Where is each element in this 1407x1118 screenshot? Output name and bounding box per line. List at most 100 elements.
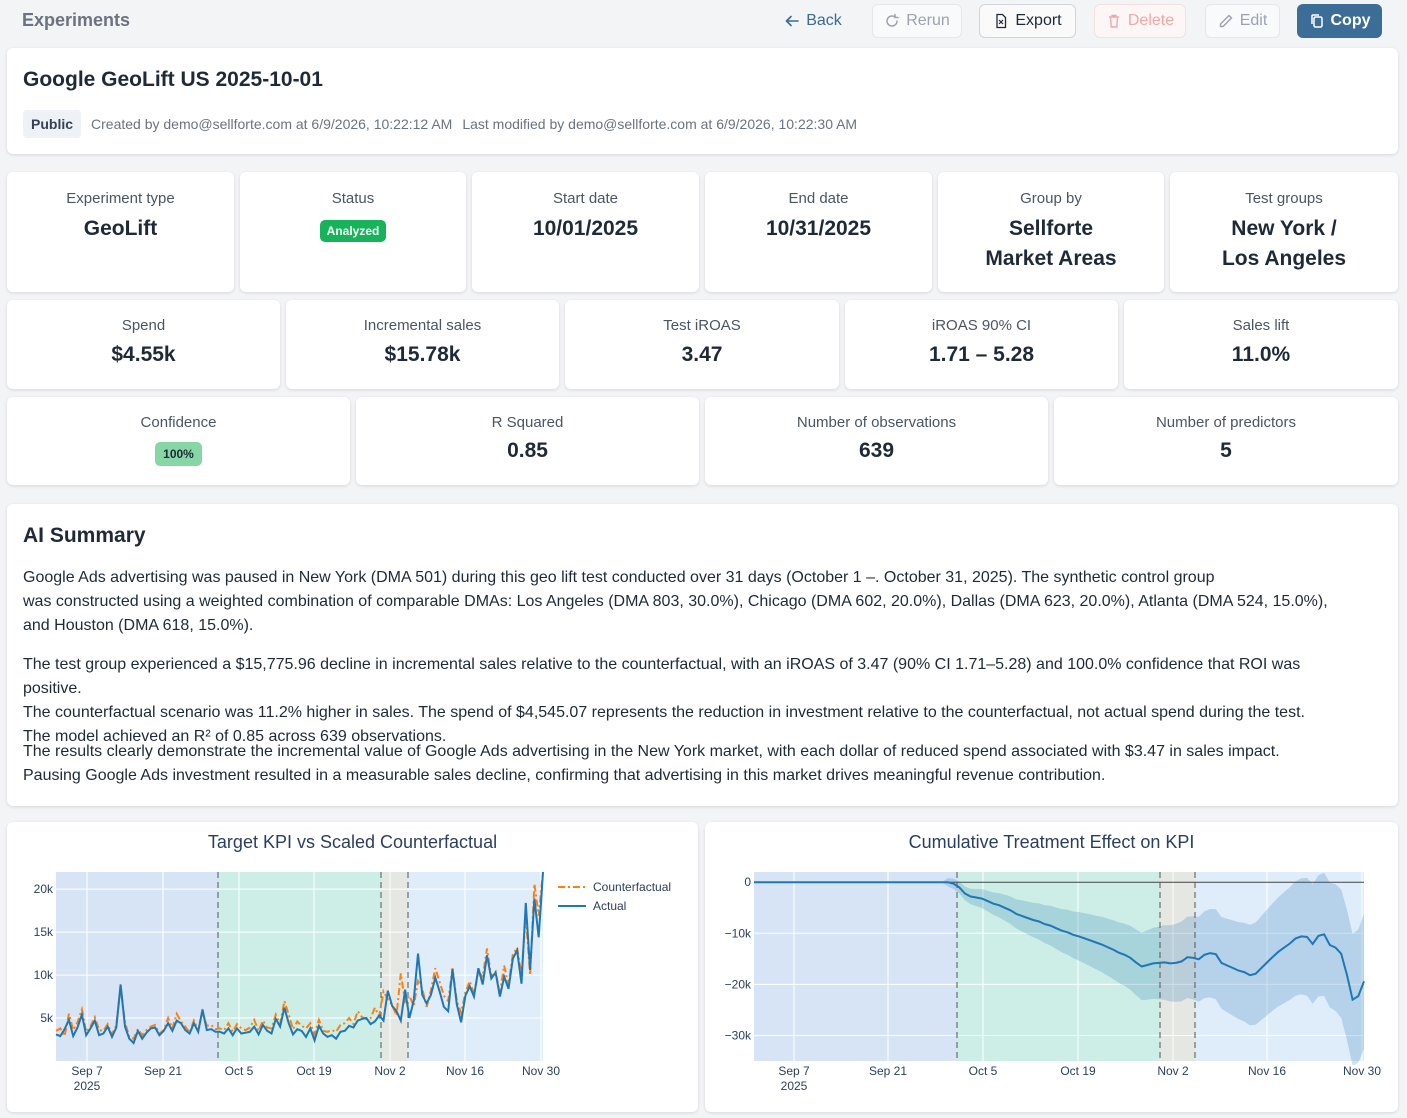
stat-status: Status Analyzed xyxy=(240,172,466,292)
x-tick-label: Nov 2 xyxy=(374,1064,406,1078)
stat-value: 10/31/2025 xyxy=(765,217,872,240)
edit-label: Edit xyxy=(1239,12,1268,29)
confidence-badge: 100% xyxy=(155,442,202,466)
summary-paragraph-3: The results clearly demonstrate the incr… xyxy=(23,740,1363,788)
breadcrumb-experiments[interactable]: Experiments xyxy=(22,10,130,31)
x-tick-label: 2025 xyxy=(74,1079,101,1093)
ai-summary-title: AI Summary xyxy=(23,524,146,547)
x-tick-label: Sep 7 xyxy=(778,1064,810,1078)
delete-label: Delete xyxy=(1127,12,1175,29)
stat-label: Group by xyxy=(1020,190,1082,207)
confidence-pill-wrap: 100% xyxy=(7,442,350,466)
stat-value: $4.55k xyxy=(111,343,176,366)
rerun-label: Rerun xyxy=(906,12,950,29)
kpi-chart[interactable]: 5k 10k 15k 20k Sep 72025 Sep 21 Oct 5 Oct 19 Nov… xyxy=(7,822,698,1112)
summary-line: was constructed using a weighted combina… xyxy=(23,593,1328,610)
y-tick-label: 0 xyxy=(744,875,751,889)
y-tick-label: 10k xyxy=(34,968,54,982)
status-pill-wrap: Analyzed xyxy=(240,220,466,242)
stat-value-line1: New York / xyxy=(1231,217,1337,240)
rerun-button[interactable]: Rerun xyxy=(872,4,962,38)
pre-period-shade xyxy=(754,872,957,1061)
stat-value-line2: Market Areas xyxy=(985,247,1117,270)
back-label: Back xyxy=(806,12,842,29)
ai-summary-card: AI Summary Google Ads advertising was pa… xyxy=(7,504,1398,806)
stat-observations: Number of observations 639 xyxy=(705,397,1048,485)
file-export-icon xyxy=(996,13,1007,29)
summary-line: Google Ads advertising was paused in New… xyxy=(23,569,1215,586)
y-tick-label: 15k xyxy=(34,925,54,939)
cumulative-effect-chart[interactable]: 0 −10k −20k −30k Sep 72025 Sep 21 Oct 5 Oct 19 N… xyxy=(705,822,1398,1112)
x-tick-label: Sep 21 xyxy=(144,1064,182,1078)
modified-text: Last modified by demo@sellforte.com at 6… xyxy=(462,116,858,132)
edit-button[interactable]: Edit xyxy=(1205,4,1280,38)
stat-r-squared: R Squared 0.85 xyxy=(356,397,699,485)
stat-label: Incremental sales xyxy=(363,317,482,334)
x-tick-label: Nov 30 xyxy=(1343,1064,1381,1078)
stat-value: 3.47 xyxy=(681,343,723,366)
stat-spend: Spend $4.55k xyxy=(7,300,280,389)
copy-icon xyxy=(1310,14,1323,28)
x-tick-label: Oct 5 xyxy=(225,1064,254,1078)
y-tick-label: −30k xyxy=(725,1028,752,1042)
experiment-title: Google GeoLift US 2025-10-01 xyxy=(23,68,323,91)
summary-line: The counterfactual scenario was 11.2% hi… xyxy=(23,704,1305,721)
pencil-icon xyxy=(1219,14,1233,28)
status-badge: Analyzed xyxy=(319,220,387,242)
stat-value: 0.85 xyxy=(507,439,548,462)
stat-value: 1.71 – 5.28 xyxy=(928,343,1035,366)
experiment-meta: Public Created by demo@sellforte.com at … xyxy=(23,110,857,138)
stat-label: Test groups xyxy=(1245,190,1323,207)
x-tick-label: Nov 16 xyxy=(446,1064,484,1078)
stat-label: Number of predictors xyxy=(1155,414,1297,431)
stat-label: Sales lift xyxy=(1232,317,1290,334)
stat-label: Spend xyxy=(121,317,166,334)
stat-value-line1: Sellforte xyxy=(1008,217,1094,240)
y-tick-label: −10k xyxy=(725,926,752,940)
stat-value: $15.78k xyxy=(384,343,461,366)
export-button[interactable]: Export xyxy=(979,4,1076,38)
x-tick-label: 2025 xyxy=(781,1079,808,1093)
x-tick-label: Oct 19 xyxy=(1060,1064,1096,1078)
stat-value: GeoLift xyxy=(83,217,158,240)
summary-line: The results clearly demonstrate the incr… xyxy=(23,743,1280,760)
stat-value: 11.0% xyxy=(1231,343,1291,366)
copy-label: Copy xyxy=(1330,12,1371,29)
stat-group-by: Group by Sellforte Market Areas xyxy=(938,172,1164,292)
cooldown-shade xyxy=(381,872,408,1061)
summary-paragraph-2: The test group experienced a $15,775.96 … xyxy=(23,653,1363,749)
x-tick-label: Nov 16 xyxy=(1248,1064,1286,1078)
effect-chart-card: Cumulative Treatment Effect on KPI 0 −10k… xyxy=(705,822,1398,1112)
stat-incremental-sales: Incremental sales $15.78k xyxy=(286,300,559,389)
stat-sales-lift: Sales lift 11.0% xyxy=(1124,300,1398,389)
y-tick-label: 20k xyxy=(34,882,54,896)
stat-experiment-type: Experiment type GeoLift xyxy=(7,172,234,292)
stat-value: 10/01/2025 xyxy=(532,217,639,240)
stat-start-date: Start date 10/01/2025 xyxy=(472,172,699,292)
stat-test-iroas: Test iROAS 3.47 xyxy=(565,300,839,389)
delete-button[interactable]: Delete xyxy=(1094,4,1186,38)
stat-predictors: Number of predictors 5 xyxy=(1054,397,1398,485)
stat-test-groups: Test groups New York / Los Angeles xyxy=(1170,172,1398,292)
summary-paragraph-1: Google Ads advertising was paused in New… xyxy=(23,566,1363,638)
stat-label: Start date xyxy=(552,190,619,207)
stat-label: End date xyxy=(788,190,849,207)
trash-icon xyxy=(1108,14,1119,28)
stat-label: Test iROAS xyxy=(663,317,741,334)
stat-label: Number of observations xyxy=(796,414,957,431)
x-tick-label: Oct 5 xyxy=(969,1064,998,1078)
stat-iroas-ci: iROAS 90% CI 1.71 – 5.28 xyxy=(845,300,1118,389)
y-tick-label: −20k xyxy=(725,977,752,991)
stat-label: Confidence xyxy=(140,414,217,431)
stat-value-line2: Los Angeles xyxy=(1221,247,1347,270)
legend-label-counterfactual: Counterfactual xyxy=(593,880,671,894)
stat-confidence: Confidence 100% xyxy=(7,397,350,485)
back-button[interactable]: Back xyxy=(770,4,856,38)
x-tick-label: Nov 2 xyxy=(1157,1064,1189,1078)
stat-value: 639 xyxy=(858,439,895,462)
summary-line: The test group experienced a $15,775.96 … xyxy=(23,656,1301,697)
top-bar: Experiments Back Rerun Export Delete Edi… xyxy=(0,0,1407,42)
copy-button[interactable]: Copy xyxy=(1297,4,1382,38)
x-tick-label: Sep 7 xyxy=(71,1064,103,1078)
visibility-badge: Public xyxy=(23,110,82,138)
